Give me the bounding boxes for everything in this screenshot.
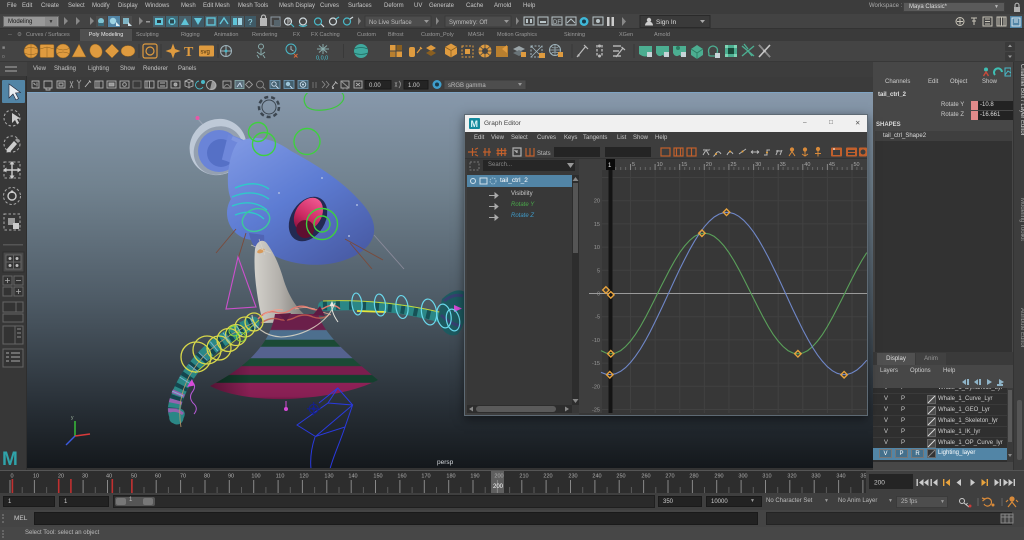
svg-text:340: 340: [836, 474, 845, 480]
svg-text:-10: -10: [592, 338, 600, 344]
svg-text:320: 320: [787, 474, 796, 480]
svg-text:No Live Surface: No Live Surface: [369, 20, 412, 26]
svg-text:280: 280: [689, 474, 698, 480]
svg-text:50: 50: [854, 162, 860, 168]
svg-text:35: 35: [780, 162, 786, 168]
svg-text:■: ■: [2, 45, 5, 51]
svg-text:Stats: Stats: [537, 151, 551, 157]
svg-text:T: T: [184, 45, 194, 60]
svg-text:40: 40: [106, 474, 112, 480]
svg-text:M: M: [471, 119, 479, 129]
svg-text:10: 10: [594, 245, 600, 251]
svg-text:40: 40: [804, 162, 810, 168]
svg-text:y: y: [71, 415, 74, 421]
svg-text:Symmetry: Off: Symmetry: Off: [449, 20, 488, 26]
svg-text:30: 30: [755, 162, 761, 168]
svg-text:sRGB gamma: sRGB gamma: [448, 83, 486, 89]
svg-text:M: M: [2, 449, 18, 470]
svg-text:0,0,0: 0,0,0: [316, 56, 328, 62]
svg-text:-15: -15: [592, 361, 600, 367]
svg-text:60: 60: [155, 474, 161, 480]
svg-text:?: ?: [248, 18, 253, 27]
svg-text:15: 15: [681, 162, 687, 168]
svg-text:270: 270: [665, 474, 674, 480]
svg-text:45: 45: [829, 162, 835, 168]
svg-text:-25: -25: [592, 408, 600, 414]
svg-text:180: 180: [446, 474, 455, 480]
svg-text:210: 210: [519, 474, 528, 480]
svg-text:90: 90: [228, 474, 234, 480]
svg-text:-5: -5: [595, 315, 600, 321]
svg-text:persp: persp: [437, 459, 454, 466]
svg-text:10: 10: [657, 162, 663, 168]
svg-text:260: 260: [641, 474, 650, 480]
svg-text:120: 120: [299, 474, 308, 480]
svg-text:100: 100: [251, 474, 260, 480]
svg-text:0: 0: [10, 474, 13, 480]
svg-text:300: 300: [738, 474, 747, 480]
svg-text:20: 20: [594, 199, 600, 205]
svg-text:1.00: 1.00: [408, 83, 420, 89]
svg-text:0: 0: [597, 292, 600, 298]
svg-text:10: 10: [33, 474, 39, 480]
svg-text:20: 20: [58, 474, 64, 480]
svg-text:200: 200: [874, 480, 885, 487]
svg-text:Sign In: Sign In: [656, 19, 677, 26]
svg-text:0.00: 0.00: [369, 83, 381, 89]
svg-text:5: 5: [597, 268, 600, 274]
svg-text:o: o: [2, 54, 5, 60]
svg-text:150: 150: [373, 474, 382, 480]
svg-text:20: 20: [706, 162, 712, 168]
svg-text:70: 70: [180, 474, 186, 480]
svg-text:200: 200: [494, 474, 503, 480]
svg-text:50: 50: [131, 474, 137, 480]
svg-text:310: 310: [762, 474, 771, 480]
svg-text:220: 220: [543, 474, 552, 480]
svg-text:250: 250: [616, 474, 625, 480]
svg-text:240: 240: [592, 474, 601, 480]
svg-text:30: 30: [82, 474, 88, 480]
svg-text:160: 160: [397, 474, 406, 480]
svg-text:25: 25: [730, 162, 736, 168]
svg-text:330: 330: [811, 474, 820, 480]
svg-text:svg: svg: [201, 50, 210, 56]
svg-text:15: 15: [594, 222, 600, 228]
svg-text:230: 230: [568, 474, 577, 480]
svg-text:170: 170: [421, 474, 430, 480]
svg-text:130: 130: [324, 474, 333, 480]
svg-text:290: 290: [714, 474, 723, 480]
svg-text:DF: DF: [553, 20, 561, 26]
svg-text:5: 5: [632, 162, 635, 168]
svg-text:80: 80: [204, 474, 210, 480]
svg-text:140: 140: [348, 474, 357, 480]
svg-text:200: 200: [493, 484, 504, 490]
svg-text:-20: -20: [592, 384, 600, 390]
svg-text:190: 190: [470, 474, 479, 480]
svg-text:110: 110: [276, 474, 285, 480]
